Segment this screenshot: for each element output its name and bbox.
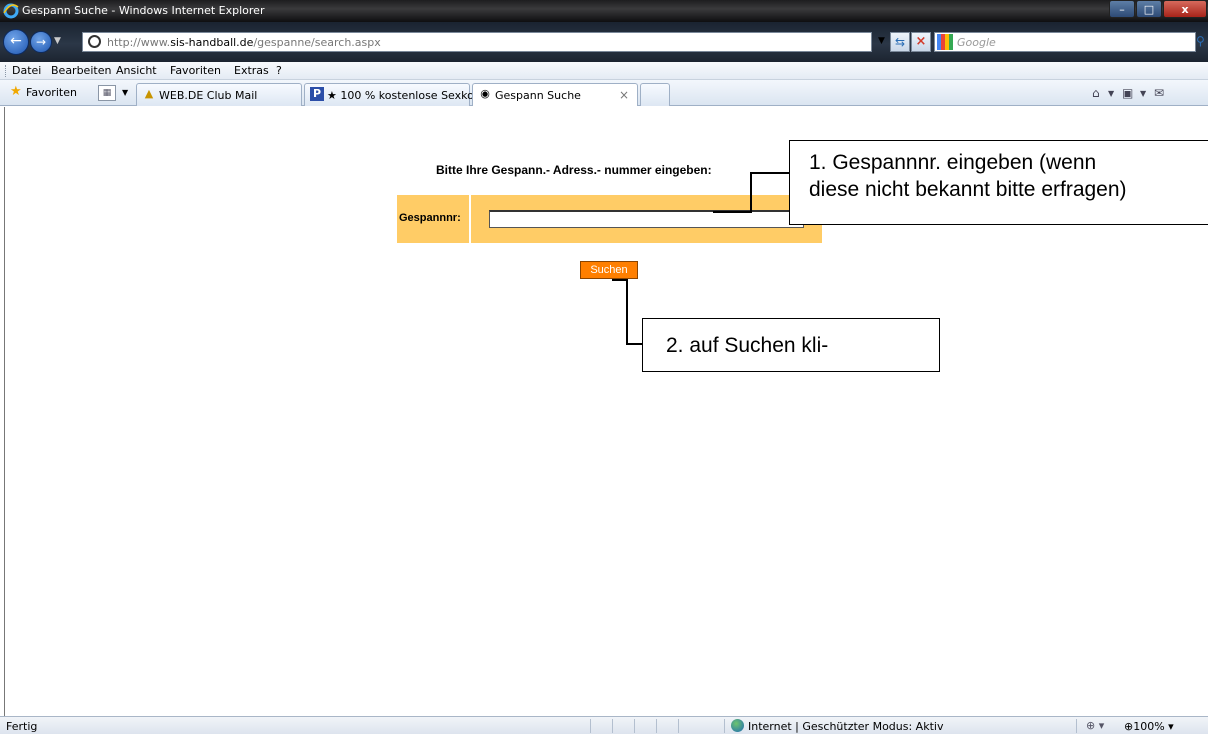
stop-button[interactable]: ×	[911, 32, 931, 52]
webde-icon: ▲	[144, 87, 154, 100]
suchen-button[interactable]: Suchen	[580, 261, 638, 279]
callout-step-1-line-1: 1. Gespannnr. eingeben (wenn	[809, 151, 1097, 174]
status-text: Fertig	[6, 720, 38, 733]
forward-button[interactable]: →	[30, 31, 52, 53]
callout-2-leader-vertical	[626, 279, 628, 345]
tab-webde-club-mail[interactable]: ▲ WEB.DE Club Mail	[136, 83, 302, 106]
maximize-button[interactable]: □	[1136, 0, 1162, 18]
tab-label: Gespann Suche	[495, 89, 581, 102]
page-prompt: Bitte Ihre Gespann.- Adress.- nummer ein…	[436, 163, 712, 177]
new-tab-button[interactable]	[640, 83, 670, 106]
favorites-star-icon[interactable]: ★	[10, 84, 22, 99]
refresh-icon: ⇆	[894, 35, 906, 49]
page-icon	[88, 35, 101, 48]
search-icon[interactable]: ⚲	[1196, 34, 1205, 48]
callout-1-leader-bottom	[713, 211, 752, 213]
protected-mode-icon[interactable]: ⊕ ▾	[1086, 719, 1104, 732]
menu-favoriten[interactable]: Favoriten	[170, 64, 221, 77]
callout-1-leader-top	[750, 172, 790, 174]
tab-kostenlose[interactable]: P ★ 100 % kostenlose Sexko...	[304, 83, 484, 106]
toolbar-grip	[5, 65, 7, 77]
refresh-button[interactable]: ⇆	[890, 32, 910, 52]
feeds-dropdown-icon[interactable]: ▼	[1140, 89, 1146, 98]
mail-icon[interactable]: ✉	[1154, 86, 1164, 100]
zoom-level[interactable]: ⊕100% ▾	[1124, 720, 1174, 733]
favorites-bar: ★ Favoriten ▦ ▼ ▲ WEB.DE Club Mail P ★ 1…	[0, 80, 1208, 106]
status-separator	[724, 719, 725, 733]
recent-pages-dropdown[interactable]: ▼	[54, 36, 61, 46]
window-title: Gespann Suche - Windows Internet Explore…	[22, 4, 265, 17]
callout-1-leader-vertical	[750, 172, 752, 213]
menu-ansicht[interactable]: Ansicht	[116, 64, 157, 77]
callout-step-1-line-2: diese nicht bekannt bitte erfragen)	[809, 178, 1127, 201]
gespannnr-label: Gespannnr:	[399, 212, 461, 224]
callout-2-leader-bottom	[626, 343, 642, 345]
home-icon[interactable]: ⌂	[1092, 86, 1100, 100]
label-cell: Gespannnr:	[397, 195, 471, 243]
url-text: http://www.sis-handball.de/gespanne/sear…	[107, 36, 381, 49]
menu-bearbeiten[interactable]: Bearbeiten	[51, 64, 111, 77]
menu-extras[interactable]: Extras	[234, 64, 269, 77]
status-separator	[590, 719, 591, 733]
zoom-icon: ⊕	[1124, 720, 1134, 733]
feeds-icon[interactable]: ▣	[1122, 86, 1133, 100]
back-arrow-icon: ←	[10, 33, 22, 49]
search-placeholder: Google	[957, 36, 996, 49]
search-input[interactable]: Google	[934, 32, 1196, 52]
status-bar: Fertig Internet | Geschützter Modus: Akt…	[0, 716, 1208, 734]
status-separator	[1076, 719, 1077, 733]
security-zone[interactable]: Internet | Geschützter Modus: Aktiv	[748, 720, 943, 733]
tab-label: WEB.DE Club Mail	[159, 89, 258, 102]
address-toolbar: ← → ▼ http://www.sis-handball.de/gespann…	[0, 22, 1208, 62]
zoom-value: 100%	[1133, 720, 1165, 733]
callout-step-1: 1. Gespannnr. eingeben (wenn diese nicht…	[789, 140, 1208, 225]
tab-label: ★ 100 % kostenlose Sexko...	[327, 89, 485, 102]
status-separator	[612, 719, 613, 733]
forward-arrow-icon: →	[35, 35, 47, 49]
google-icon	[937, 34, 953, 50]
close-window-button[interactable]: x	[1163, 0, 1207, 18]
status-separator	[634, 719, 635, 733]
menu-bar: Datei Bearbeiten Ansicht Favoriten Extra…	[0, 62, 1208, 80]
quick-tabs-icon[interactable]: ▦	[98, 85, 116, 101]
tab-gespann-suche[interactable]: ◉ Gespann Suche ×	[472, 83, 638, 106]
close-tab-icon[interactable]: ×	[619, 88, 629, 102]
address-dropdown-icon[interactable]: ▼	[878, 36, 885, 46]
back-button[interactable]: ←	[3, 29, 29, 55]
menu-help[interactable]: ?	[276, 64, 282, 77]
status-separator	[656, 719, 657, 733]
favorites-button[interactable]: Favoriten	[26, 86, 77, 99]
globe-icon	[731, 719, 744, 732]
status-separator	[678, 719, 679, 733]
home-dropdown-icon[interactable]: ▼	[1108, 89, 1114, 98]
callout-step-2: 2. auf Suchen kli-	[642, 318, 940, 372]
minimize-button[interactable]: –	[1109, 0, 1135, 18]
menu-datei[interactable]: Datei	[12, 64, 41, 77]
window-titlebar: Gespann Suche - Windows Internet Explore…	[0, 0, 1208, 22]
p-icon: P	[310, 87, 324, 101]
internet-explorer-icon	[3, 3, 19, 19]
gespannnr-field[interactable]	[489, 210, 804, 228]
stop-icon: ×	[915, 34, 927, 49]
address-field[interactable]: http://www.sis-handball.de/gespanne/sear…	[82, 32, 872, 52]
tab-list-dropdown-icon[interactable]: ▼	[122, 88, 128, 97]
page-icon: ◉	[480, 87, 490, 100]
